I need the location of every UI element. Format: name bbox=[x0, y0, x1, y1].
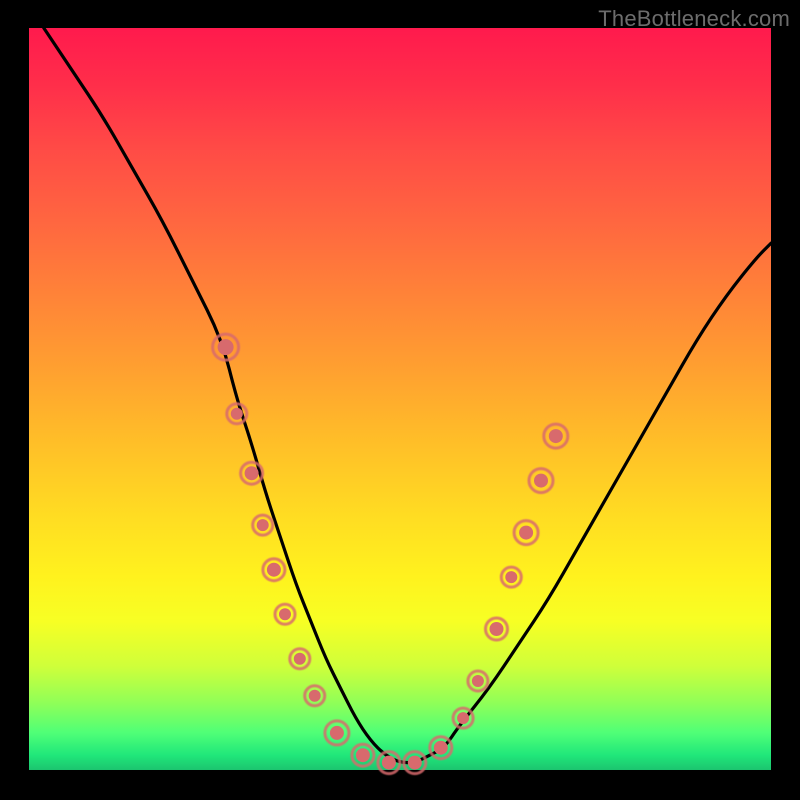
curve-marker bbox=[231, 408, 243, 420]
curve-marker bbox=[457, 712, 469, 724]
curve-marker bbox=[382, 756, 396, 770]
curve-marker bbox=[434, 741, 448, 755]
curve-marker bbox=[245, 466, 259, 480]
curve-marker bbox=[279, 608, 291, 620]
curve-marker bbox=[534, 474, 548, 488]
bottleneck-curve bbox=[44, 28, 771, 763]
watermark-text: TheBottleneck.com bbox=[598, 6, 790, 32]
curve-marker bbox=[490, 622, 504, 636]
curve-marker bbox=[472, 675, 484, 687]
curve-marker bbox=[549, 429, 563, 443]
curve-marker bbox=[408, 756, 422, 770]
curve-marker bbox=[218, 339, 234, 355]
curve-marker bbox=[267, 563, 281, 577]
chart-overlay bbox=[29, 28, 771, 770]
marker-group bbox=[213, 334, 568, 773]
plot-area bbox=[29, 28, 771, 770]
curve-marker bbox=[356, 748, 370, 762]
curve-marker bbox=[330, 726, 344, 740]
curve-marker bbox=[257, 519, 269, 531]
curve-marker bbox=[519, 526, 533, 540]
chart-frame: TheBottleneck.com bbox=[0, 0, 800, 800]
curve-marker bbox=[505, 571, 517, 583]
curve-marker bbox=[309, 690, 321, 702]
curve-marker bbox=[294, 653, 306, 665]
